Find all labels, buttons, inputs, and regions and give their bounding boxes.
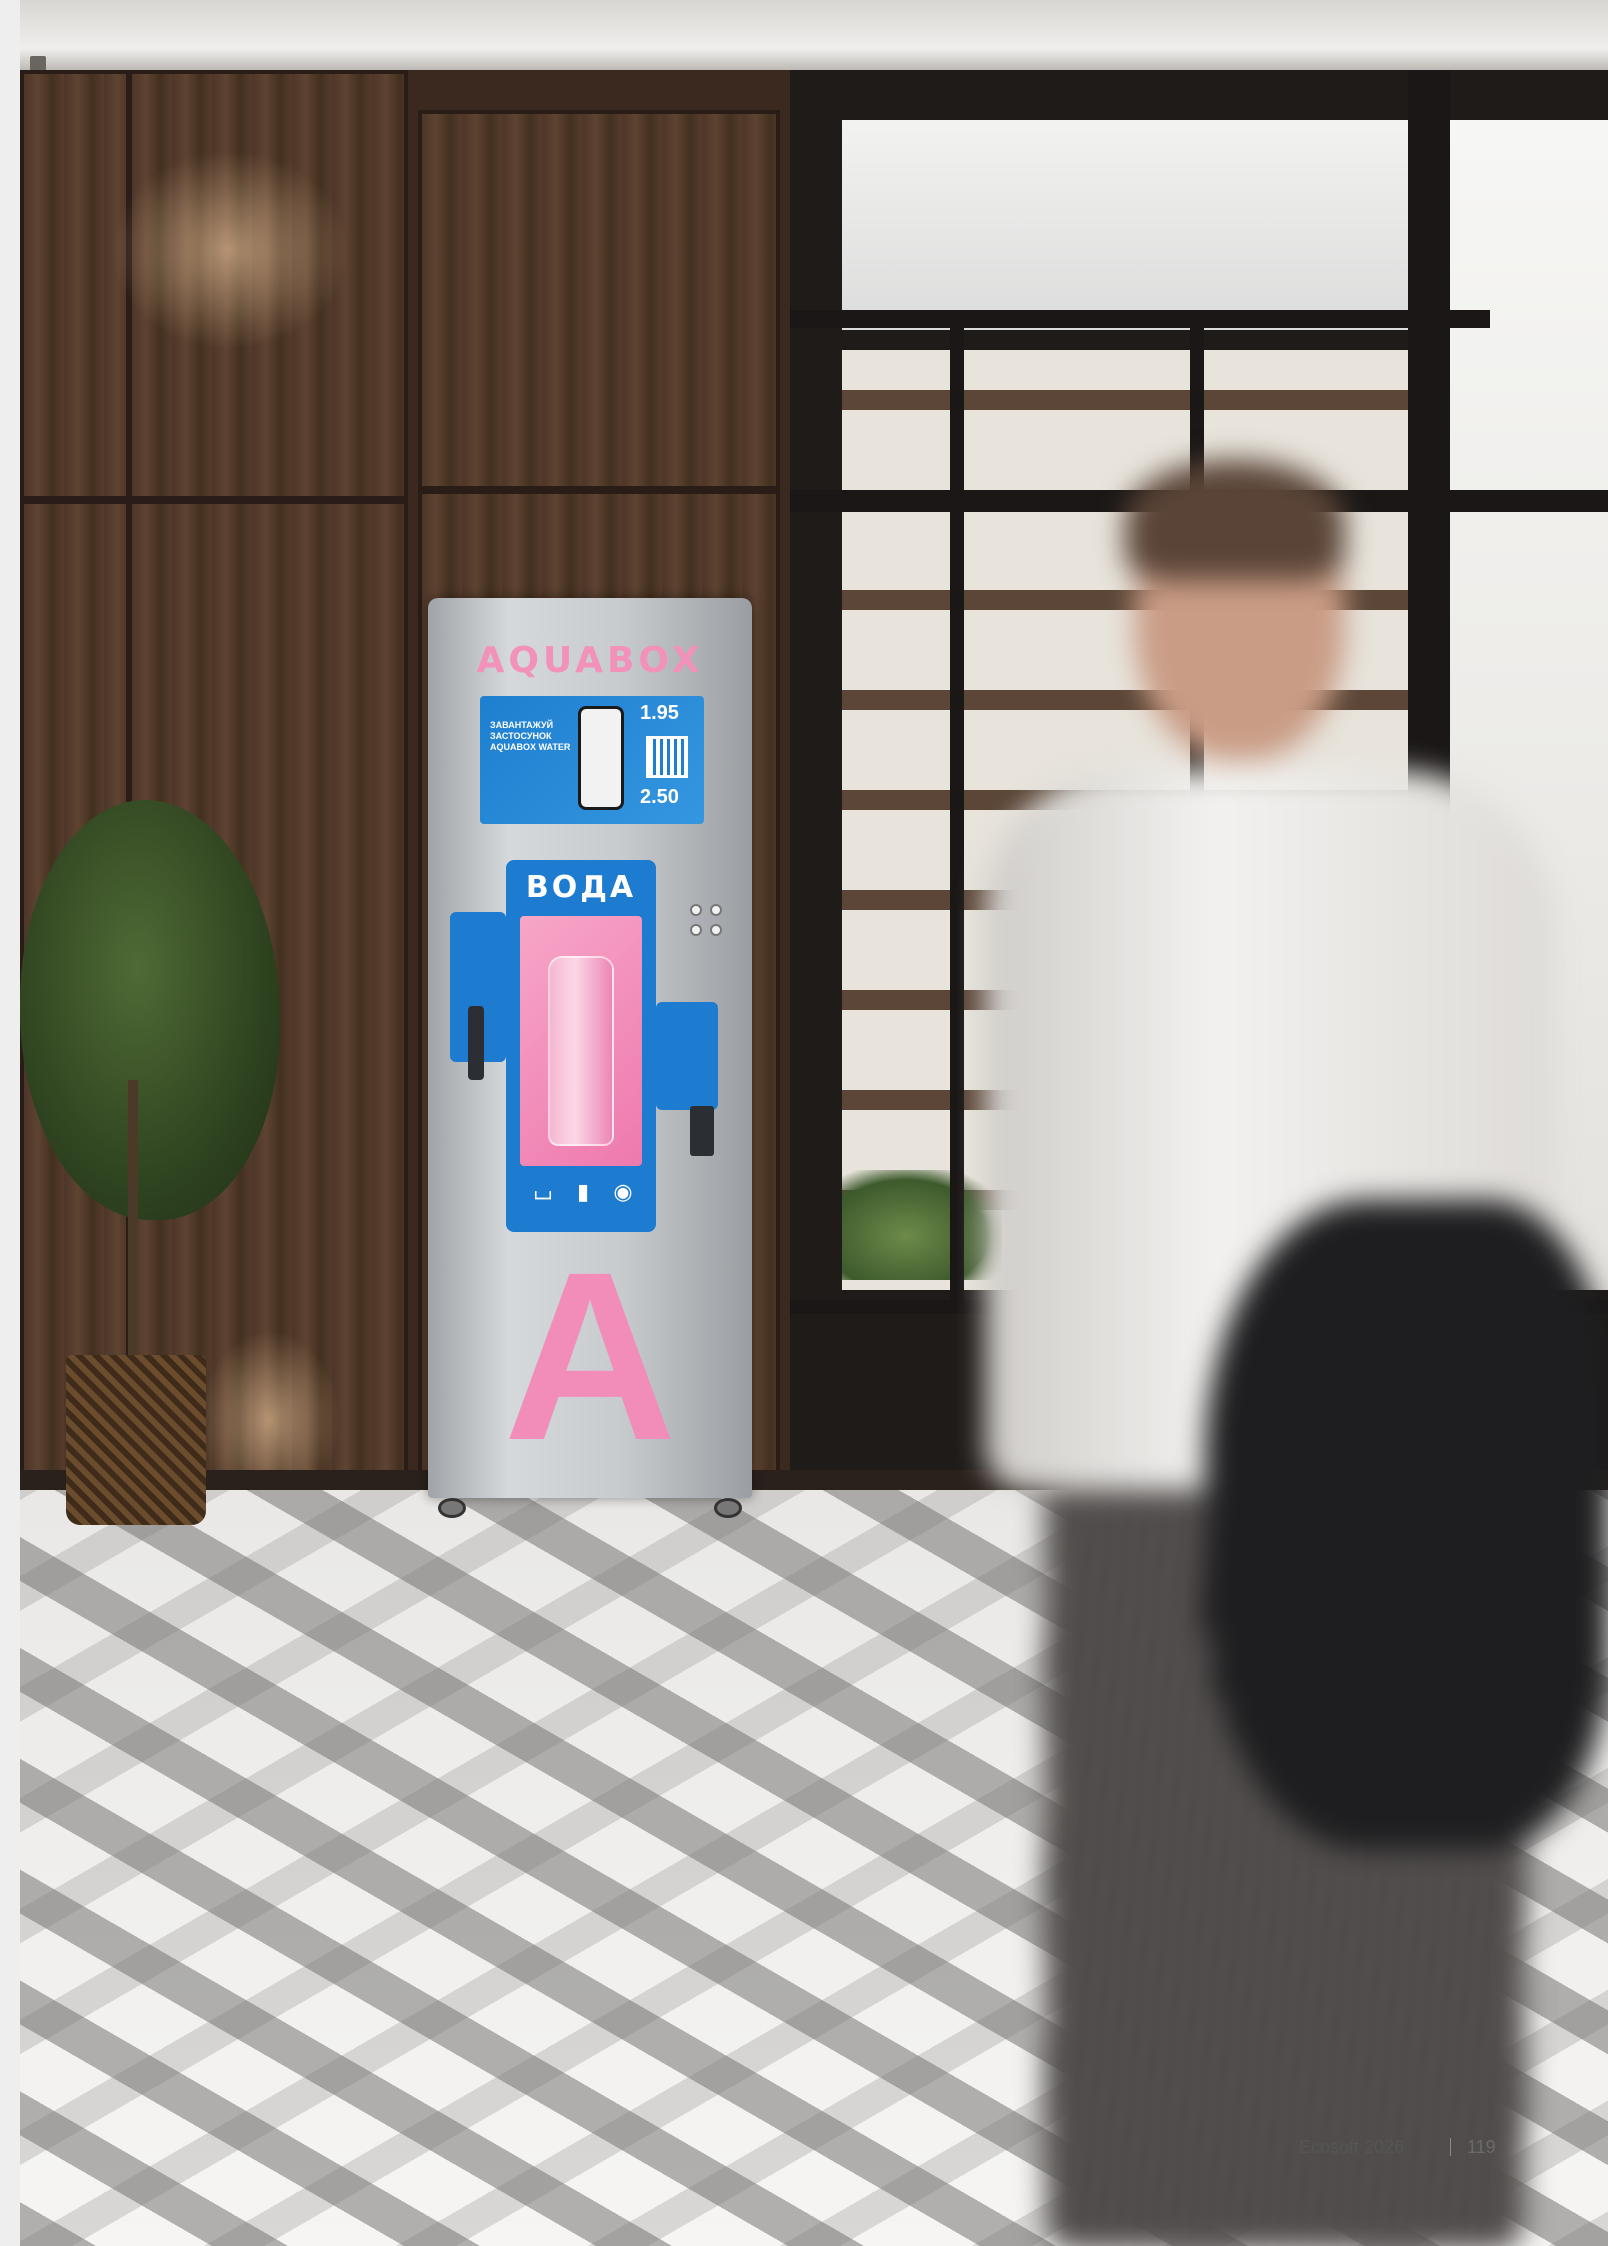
kiosk-wheel [714, 1498, 742, 1518]
kiosk-brand-logo: AQUABOX [476, 640, 704, 681]
ceiling [20, 0, 1608, 72]
bottle-icon: ▮ [576, 1180, 590, 1205]
water-vending-kiosk: AQUABOX ЗАВАНТАЖУЙ ЗАСТОСУНОК AQUABOX WA… [428, 598, 752, 1518]
carried-jacket [1205, 1200, 1608, 1850]
plant-pot [66, 1355, 206, 1525]
kiosk-info-panel-right [656, 1002, 718, 1110]
coin-slot [690, 1106, 714, 1156]
man-hair [1125, 460, 1345, 580]
control-knob [710, 924, 722, 936]
window-sky [842, 120, 1408, 330]
control-knob [710, 904, 722, 916]
wood-panel [418, 110, 780, 490]
page-margin [0, 0, 20, 2246]
page-number: 119 [1467, 2137, 1496, 2157]
phone-icon [578, 706, 624, 810]
kiosk-product-word: ВОДА [525, 870, 637, 905]
kiosk-control-buttons [690, 854, 730, 1004]
control-knob [690, 924, 702, 936]
potted-tree-trunk [128, 1080, 138, 1370]
water-bottle-icon [548, 956, 614, 1146]
footer-divider [1450, 2138, 1451, 2156]
wall-light-glow [110, 150, 350, 350]
kiosk-wheel [438, 1498, 466, 1518]
blurred-man-walking [955, 460, 1608, 2246]
kiosk-big-letter: A [503, 1222, 677, 1490]
wood-panel [20, 70, 130, 500]
screen-promo-text: ЗАВАНТАЖУЙ ЗАСТОСУНОК AQUABOX WATER [490, 720, 571, 752]
coins-icon: ◉ [613, 1180, 633, 1205]
window-mullion [790, 310, 1490, 328]
kiosk-promo-screen: ЗАВАНТАЖУЙ ЗАСТОСУНОК AQUABOX WATER 1.95… [480, 696, 704, 824]
screen-price-top: 1.95 [640, 702, 679, 724]
dispenser-handle [468, 1006, 484, 1080]
cup-icon: ⌴ [534, 1180, 552, 1205]
screen-price-bottom: 2.50 [640, 786, 679, 808]
publication-label: Ecosoft 2026 [1299, 2137, 1405, 2157]
qr-code-icon [646, 736, 688, 778]
control-knob [690, 904, 702, 916]
lobby-photo: AQUABOX ЗАВАНТАЖУЙ ЗАСТОСУНОК AQUABOX WA… [20, 0, 1608, 2246]
